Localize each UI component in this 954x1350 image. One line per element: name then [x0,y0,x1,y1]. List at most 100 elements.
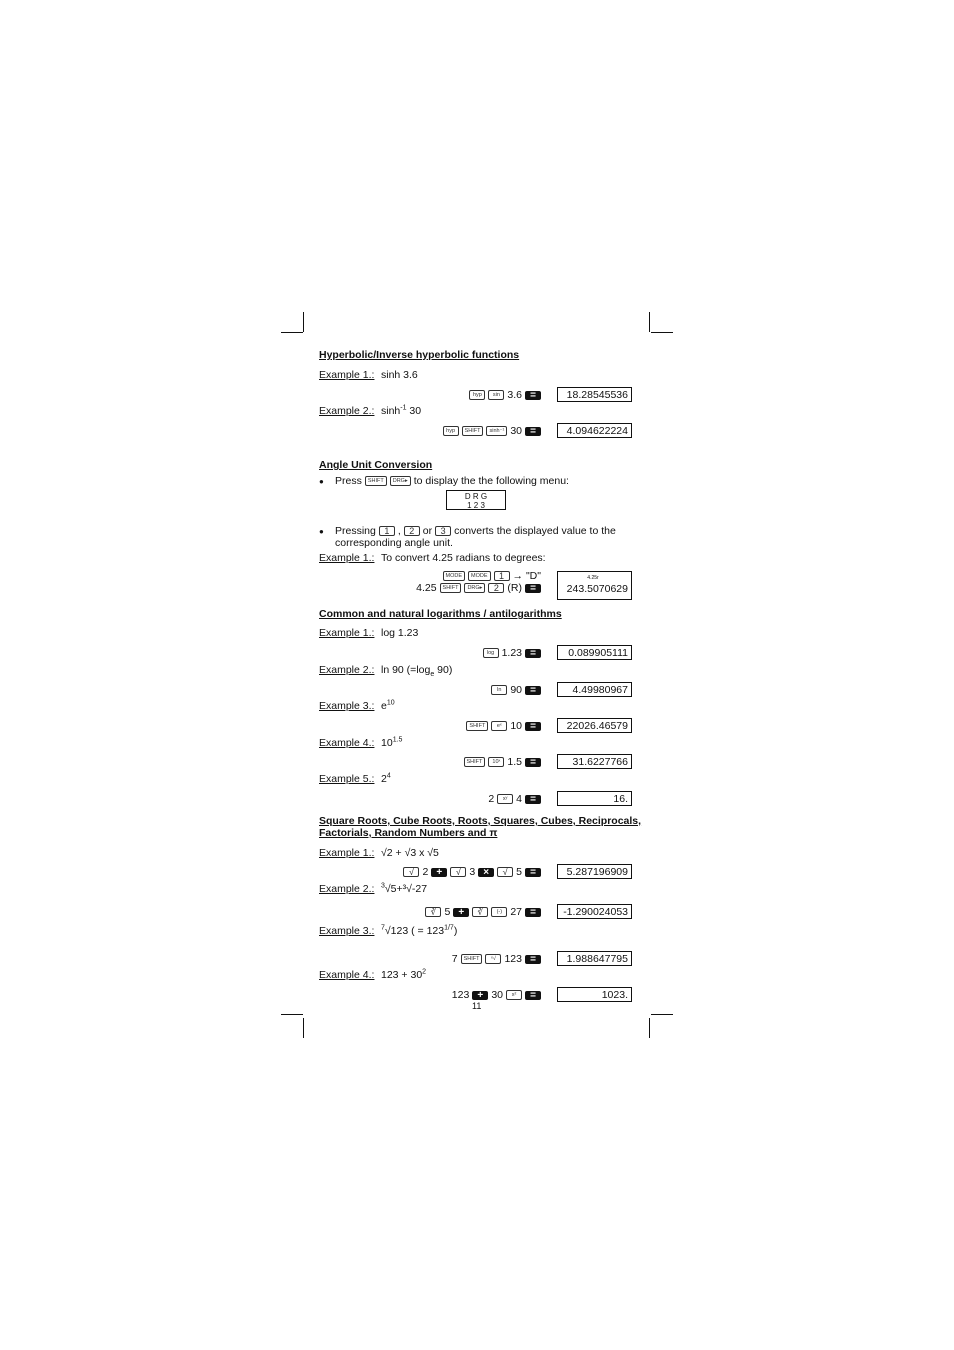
equals-key: = [525,954,541,964]
calc-key: √ [403,867,420,877]
example-label: Example 5.: [319,773,375,785]
crop-mark [651,1014,673,1015]
crop-mark [303,1018,304,1038]
sequence-text: 4.25 [416,582,437,594]
section-heading: Hyperbolic/Inverse hyperbolic functions [319,349,520,361]
expr-tail: 30 [406,405,422,417]
sequence-text: 5 [516,866,522,878]
calc-key: (-) [491,907,508,917]
calc-key: hyp [442,426,459,436]
key-sequence: 7 SHIFT ˣ√ 123 = [452,953,541,965]
result-display: 4.25r 243.5070629 [557,571,632,600]
key-sequence: hyp SHIFT sinh⁻¹ 30 = [442,425,541,437]
crop-mark [281,332,303,333]
example-label: Example 1.: [319,552,375,564]
sequence-text: 4 [516,793,522,805]
sequence-text: 2 [488,793,495,805]
calc-key: x² [506,990,522,1000]
equals-key: = [525,648,541,658]
calc-key: SHIFT [460,954,483,964]
sequence-text: 27 [510,906,522,918]
calc-key: 1 [493,571,510,581]
sequence-text: 3.6 [507,389,522,401]
text: converts the displayed value to the [454,525,616,537]
expr: √123 ( = 123 [384,925,445,937]
example-expression: sinh-1 30 [381,405,422,418]
sequence-text: 30 [510,425,522,437]
text: or [422,525,433,537]
result-display: 0.089905111 [557,645,632,660]
sequence-text: → "D" [512,570,541,582]
calc-key: log [482,648,499,658]
text: corresponding angle unit. [335,537,453,549]
example-expression: 3√5+³√-27 [381,883,428,896]
exponent: 4 [386,772,391,780]
sequence-text: 90 [510,684,522,696]
sequence-text: 10 [510,720,522,732]
equals-key: = [525,390,541,400]
expr: ln 90 (=log [381,664,431,676]
drg-key: DRG▸ [389,476,411,486]
key-sequence: 123 +30 x² = [452,989,541,1001]
drg-menu-display: D R G 1 2 3 [446,490,506,510]
example-expression: sinh 3.6 [381,369,418,381]
calc-key: ˣ√ [485,954,502,964]
example-expression: 123 + 302 [381,968,427,982]
example-expression: e10 [381,699,395,713]
exponent: 1.5 [392,736,403,744]
example-expression: 7√123 ( = 1231/7) [381,924,457,938]
example-label: Example 2.: [319,664,375,676]
result-display: 4.49980967 [557,682,632,697]
angle-bullet-2: Pressing 1, 2 or 3 converts the displaye… [335,525,616,537]
multiply-key: × [478,867,495,877]
equals-key: = [525,583,541,593]
plus-key: + [431,867,448,877]
example-label: Example 2.: [319,883,375,895]
bullet-icon: ● [319,477,324,486]
expr: √5+³√-27 [384,883,428,895]
plus-key: + [472,990,489,1000]
text: Press [335,475,362,487]
plus-key: + [453,907,470,917]
crop-mark [649,1018,650,1038]
angle-bullet-1: Press SHIFT DRG▸ to display the the foll… [335,475,569,487]
calc-key: SHIFT [466,721,489,731]
text: to display the the following menu: [413,475,569,487]
calc-key: SHIFT [463,757,486,767]
calc-key: √ [450,867,467,877]
sequence-text: 5 [444,906,451,918]
sequence-text: 2 [422,866,429,878]
exponent: 10 [386,699,395,707]
key-sequence: ∛ 5 + ∛ (-) 27 = [425,906,541,918]
crop-mark [651,332,673,333]
key-2: 2 [403,526,420,536]
example-label: Example 3.: [319,925,375,937]
equals-key: = [525,794,541,804]
expr-tail: 90) [434,664,453,676]
sequence-text: 1.5 [507,756,522,768]
menu-line: D R G [464,492,488,501]
expr: sinh [381,405,401,417]
result-display: 1.988647795 [557,951,632,966]
section-heading: Factorials, Random Numbers and π [319,827,498,839]
key-3: 3 [435,526,452,536]
result-display: -1.290024053 [557,904,632,919]
key-sequence: MODE MODE 1 → "D" [442,570,541,582]
calc-key: SHIFT [461,426,484,436]
section-heading: Common and natural logarithms / antiloga… [319,608,562,620]
equals-key: = [525,426,541,436]
result-display: 16. [557,791,632,806]
expr: sinh 3.6 [381,369,418,381]
exponent: 2 [422,968,427,976]
expr: log 1.23 [381,627,419,639]
calc-key: sin [488,390,505,400]
crop-mark [649,312,650,332]
equals-key: = [525,990,541,1000]
section-heading: Square Roots, Cube Roots, Roots, Squares… [319,815,642,827]
exponent: 1/7 [444,924,454,932]
sequence-text: 3 [469,866,476,878]
example-expression: log 1.23 [381,627,418,639]
calc-key: √ [497,867,514,877]
calc-key: DRG▸ [464,583,486,593]
expr: 10 [381,737,393,749]
